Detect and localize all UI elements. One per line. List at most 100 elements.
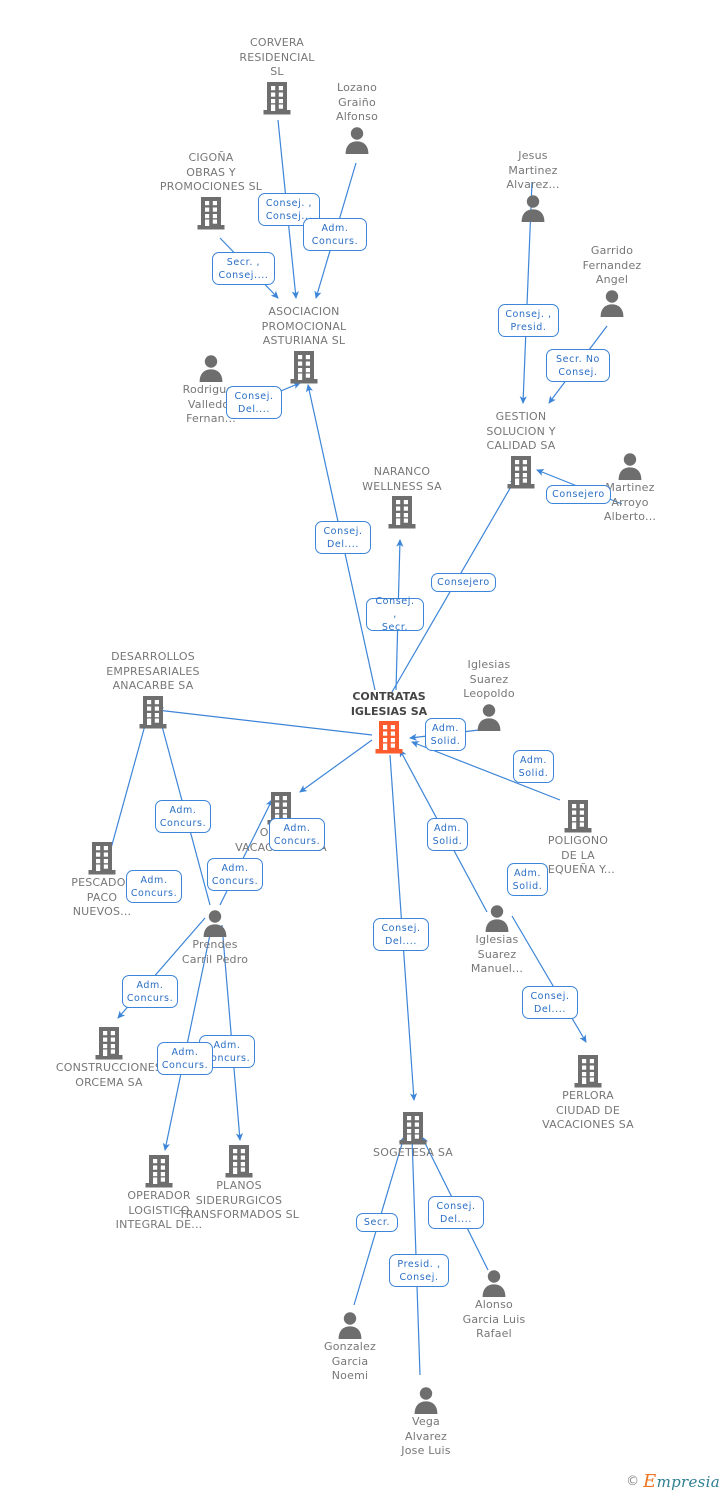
relation-chip-c18[interactable]: Adm. Solid. <box>507 863 548 896</box>
relation-chip-c21[interactable]: Consej. Del.... <box>522 986 578 1019</box>
node-desarrollos[interactable]: DESARROLLOS EMPRESARIALES ANACARBE SA <box>87 650 219 730</box>
relation-chip-c20[interactable]: Adm. Concurs. <box>122 975 178 1008</box>
person-icon-wrap <box>546 288 678 318</box>
node-label-jesus: Jesus Martinez Alvarez... <box>506 149 560 191</box>
relation-chip-c3[interactable]: Secr. , Consej.... <box>212 252 275 285</box>
relation-chip-label: Adm. Concurs. <box>159 804 207 829</box>
node-label-lozano: Lozano Graiño Alfonso <box>335 81 379 123</box>
building-icon-wrap <box>43 1025 175 1061</box>
relation-chip-label: Adm. Solid. <box>512 867 543 892</box>
relation-chip-label: Consej. , Presid. <box>505 308 552 333</box>
relation-chip-c16[interactable]: Adm. Concurs. <box>207 858 263 891</box>
relation-chip-c4[interactable]: Consej. Del.... <box>226 386 282 419</box>
building-icon-wrap <box>512 798 644 834</box>
building-icon-wrap <box>522 1053 654 1089</box>
node-label-asociacion: ASOCIACION PROMOCIONAL ASTURIANA SL <box>261 305 347 347</box>
brand-name: Empresia <box>643 1471 720 1492</box>
node-garrido[interactable]: Garrido Fernandez Angel <box>546 244 678 318</box>
person-icon <box>482 1270 506 1297</box>
person-icon-wrap <box>145 353 277 383</box>
relation-chip-c11[interactable]: Adm. Solid. <box>425 718 466 751</box>
relation-chip-c8[interactable]: Consej. Del.... <box>315 521 371 554</box>
person-icon-wrap <box>467 193 599 223</box>
relation-chip-c25[interactable]: Consej. Del.... <box>428 1196 484 1229</box>
building-icon <box>88 842 116 875</box>
node-gonzalez[interactable]: Gonzalez Garcia Noemi <box>284 1310 416 1384</box>
building-icon <box>197 196 225 229</box>
relation-chip-c26[interactable]: Presid. , Consej. <box>389 1254 449 1287</box>
relation-chip-label: Consejero <box>437 577 490 588</box>
building-icon <box>507 455 535 488</box>
relation-chip-c12[interactable]: Adm. Solid. <box>513 750 554 783</box>
relationship-diagram-canvas: CORVERA RESIDENCIAL SL Lozano Graiño Alfo… <box>0 0 728 1500</box>
relation-chip-c7[interactable]: Consejero <box>546 485 611 504</box>
building-icon-wrap <box>347 1110 479 1146</box>
relation-chip-label: Consej. Del.... <box>381 922 421 947</box>
node-label-cigona: CIGOÑA OBRAS Y PROMOCIONES SL <box>159 151 263 193</box>
relation-chip-c15[interactable]: Adm. Solid. <box>427 818 468 851</box>
relation-chip-c10[interactable]: Consej. , Secr. <box>366 596 424 633</box>
node-jesus[interactable]: Jesus Martinez Alvarez... <box>467 149 599 223</box>
node-planos[interactable]: PLANOS SIDERURGICOS TRANSFORMADOS SL <box>173 1143 305 1223</box>
relation-chip-label: Adm. Concurs. <box>311 222 359 247</box>
person-icon-wrap <box>284 1310 416 1340</box>
node-label-perlora: PERLORA CIUDAD DE VACACIONES SA <box>542 1089 634 1131</box>
relation-chip-label: Adm. Concurs. <box>130 874 178 899</box>
node-label-sogetesa: SOGETESA SA <box>373 1146 453 1159</box>
person-icon-wrap <box>564 451 696 481</box>
node-orcema[interactable]: CONSTRUCCIONES ORCEMA SA <box>43 1025 175 1090</box>
relation-chip-label: Secr. <box>363 1217 391 1228</box>
node-prendes[interactable]: Prendes Carril Pedro <box>149 908 281 967</box>
node-sogetesa[interactable]: SOGETESA SA <box>347 1110 479 1161</box>
person-icon <box>199 355 223 382</box>
relation-chip-c9[interactable]: Consejero <box>431 573 496 592</box>
building-icon <box>225 1145 253 1178</box>
relation-chip-label: Consej. , Secr. <box>375 596 415 633</box>
building-icon-wrap <box>87 694 219 730</box>
person-icon <box>203 910 227 937</box>
node-manuel[interactable]: Iglesias Suarez Manuel... <box>431 903 563 977</box>
relation-chip-label: Adm. Concurs. <box>273 822 321 847</box>
person-icon <box>521 194 545 222</box>
person-icon <box>345 126 369 154</box>
building-icon <box>399 1112 427 1145</box>
relation-chip-label: Secr. , Consej.... <box>218 256 269 281</box>
node-label-leopoldo: Iglesias Suarez Leopoldo <box>463 658 515 700</box>
relation-chip-c6[interactable]: Secr. No Consej. <box>546 349 610 382</box>
building-icon <box>139 695 167 728</box>
person-icon <box>485 905 509 932</box>
building-icon <box>145 1155 173 1188</box>
person-icon <box>338 1312 362 1339</box>
relation-chip-c2[interactable]: Adm. Concurs. <box>303 218 367 251</box>
node-label-prendes: Prendes Carril Pedro <box>181 938 249 966</box>
relation-chip-c5[interactable]: Consej. , Presid. <box>498 304 559 337</box>
building-icon <box>263 81 291 114</box>
person-icon-wrap <box>360 1385 492 1415</box>
relation-chip-c14[interactable]: Adm. Concurs. <box>269 818 325 851</box>
relation-chip-label: Consej. Del.... <box>436 1200 476 1225</box>
relation-chip-c23[interactable]: Adm. Concurs. <box>157 1042 213 1075</box>
relation-chip-c17[interactable]: Adm. Concurs. <box>126 870 182 903</box>
person-icon-wrap <box>431 903 563 933</box>
node-label-gonzalez: Gonzalez Garcia Noemi <box>324 1340 376 1382</box>
node-lozano[interactable]: Lozano Graiño Alfonso <box>291 81 423 155</box>
node-label-gestion: GESTION SOLUCION Y CALIDAD SA <box>486 410 556 452</box>
building-icon <box>95 1027 123 1060</box>
relation-chip-label: Secr. No Consej. <box>556 353 600 378</box>
node-label-corvera: CORVERA RESIDENCIAL SL <box>239 36 315 78</box>
copyright-symbol: © <box>626 1474 640 1489</box>
node-label-alonso: Alonso Garcia Luis Rafael <box>462 1298 526 1340</box>
person-icon <box>618 453 642 480</box>
relation-chip-c13[interactable]: Adm. Concurs. <box>155 800 211 833</box>
relation-chip-c24[interactable]: Secr. <box>356 1213 398 1232</box>
relation-chip-label: Adm. Solid. <box>432 822 463 847</box>
building-icon <box>388 496 416 529</box>
relation-chip-c19[interactable]: Consej. Del.... <box>373 918 429 951</box>
node-label-vega: Vega Alvarez Jose Luis <box>401 1415 451 1457</box>
relation-chip-label: Adm. Concurs. <box>161 1046 209 1071</box>
relation-chip-label: Consej. Del.... <box>323 525 363 550</box>
node-perlora[interactable]: PERLORA CIUDAD DE VACACIONES SA <box>522 1053 654 1133</box>
building-icon <box>574 1055 602 1088</box>
node-vega[interactable]: Vega Alvarez Jose Luis <box>360 1385 492 1459</box>
relation-chip-label: Consej. Del.... <box>530 990 570 1015</box>
